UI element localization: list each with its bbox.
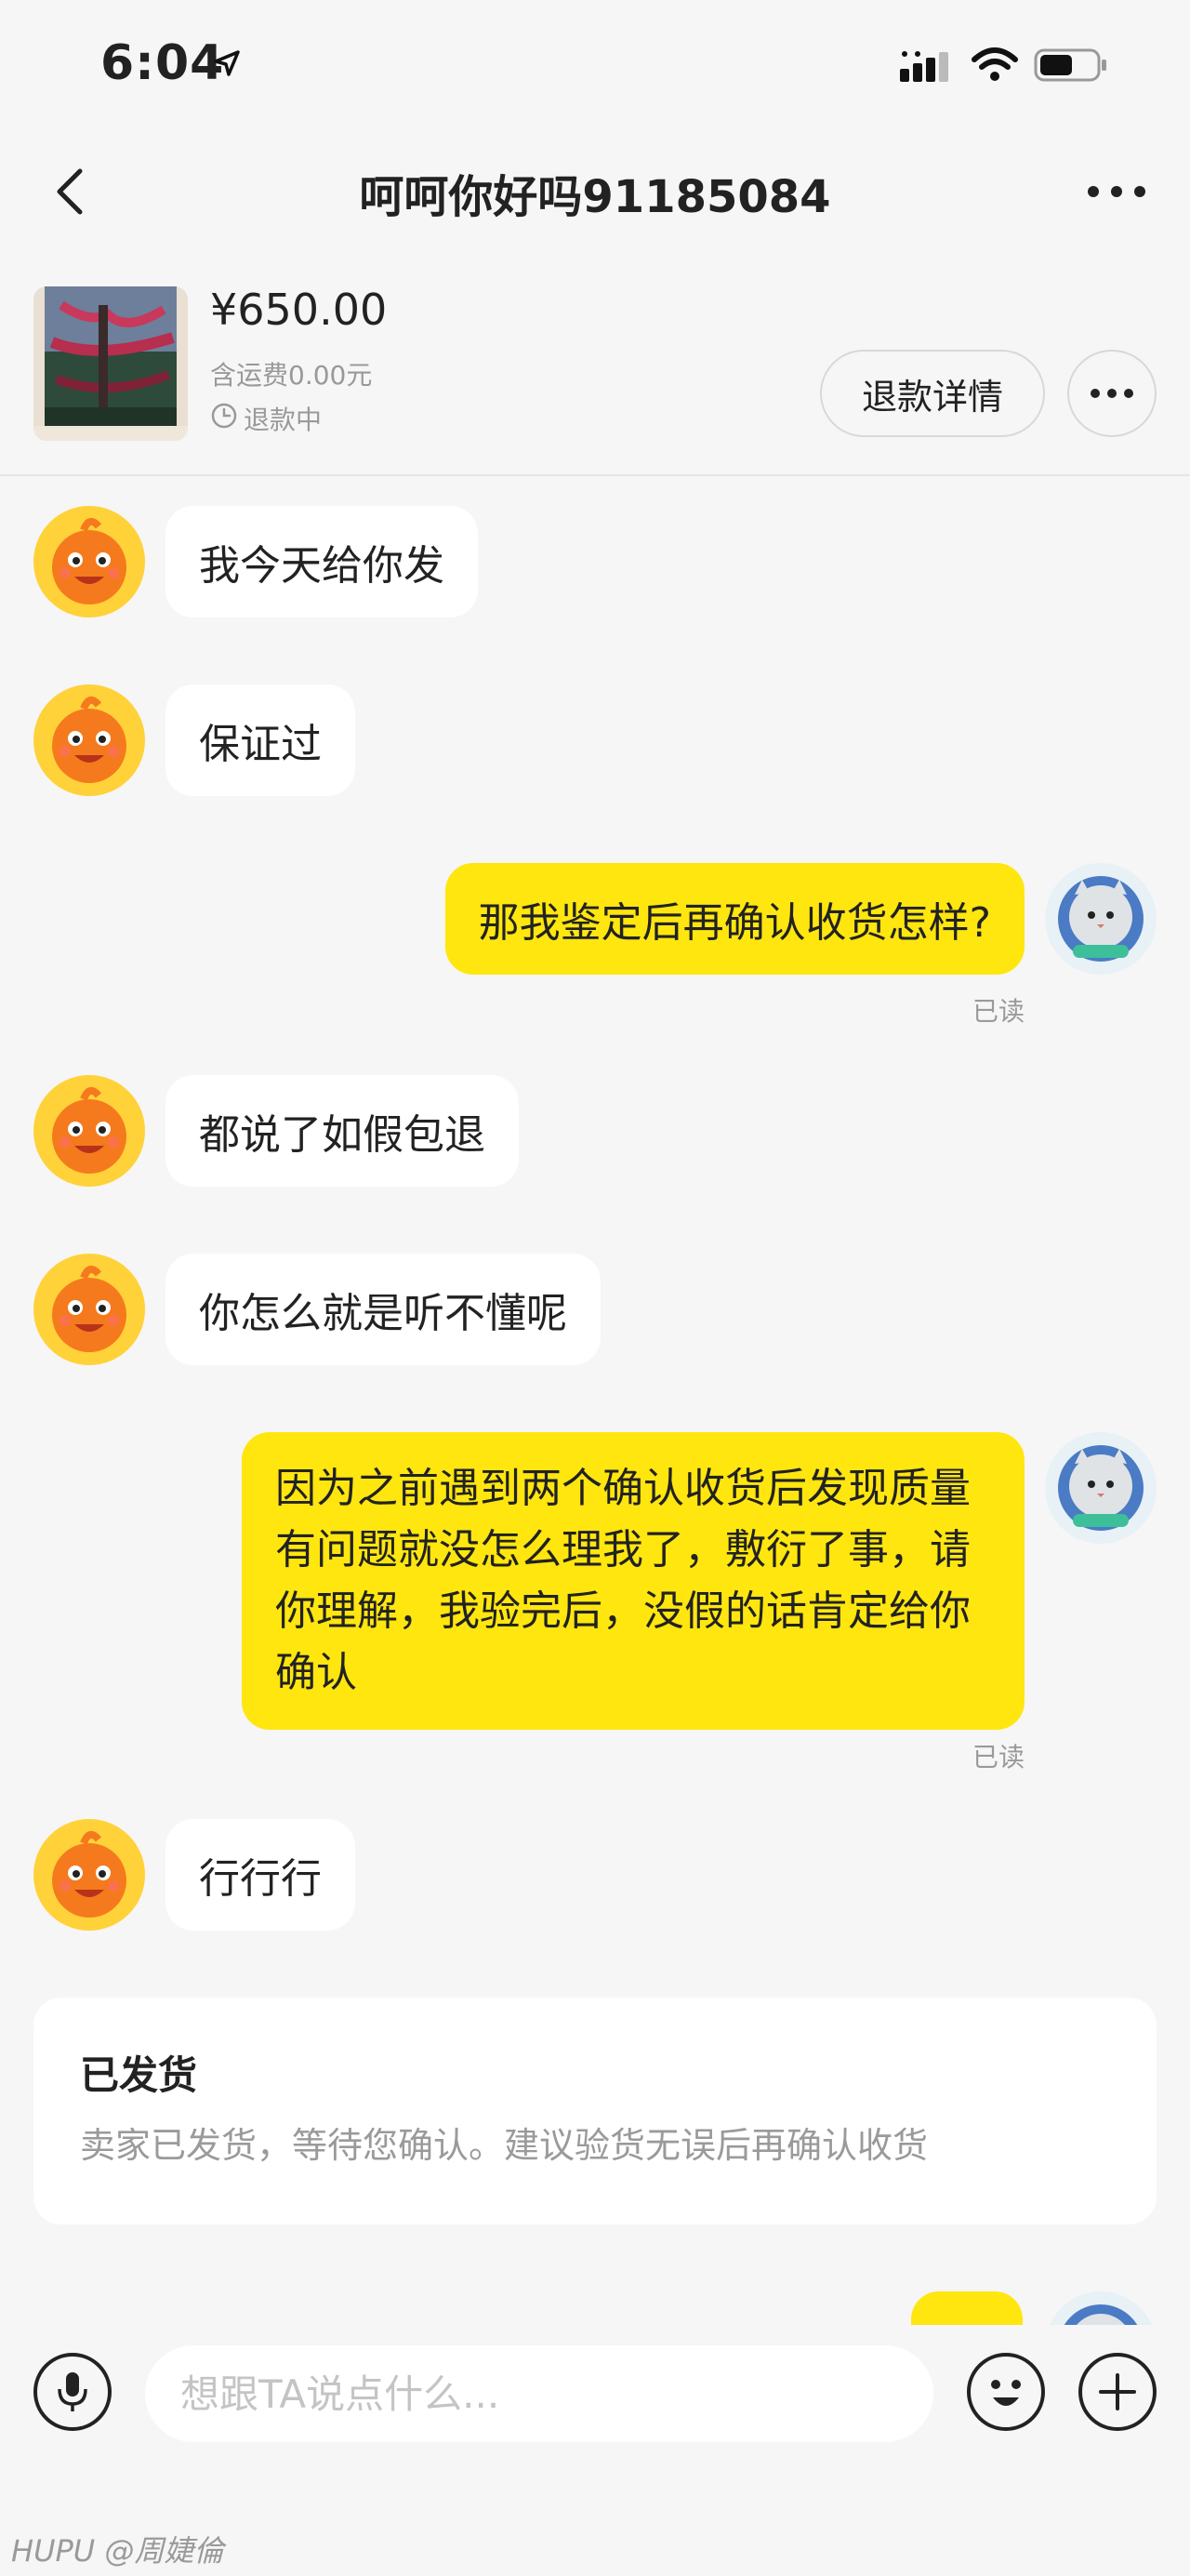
message-input-bar bbox=[0, 2325, 1190, 2474]
product-header: ¥650.00 含运费0.00元 退款中 退款详情 bbox=[0, 270, 1190, 476]
message-bubble-incoming[interactable]: 我今天给你发 bbox=[165, 506, 478, 617]
seller-avatar[interactable] bbox=[33, 684, 145, 796]
ellipsis-icon bbox=[1091, 389, 1133, 398]
user-avatar[interactable] bbox=[1045, 1432, 1157, 1544]
message-bubble-incoming[interactable]: 都说了如假包退 bbox=[165, 1075, 519, 1187]
message-line: 确认 bbox=[275, 1649, 357, 1696]
message-line: 你理解，我验完后，没假的话肯定给你 bbox=[275, 1587, 971, 1635]
read-receipt: 已读 bbox=[972, 996, 1025, 1027]
cellular-signal-icon bbox=[900, 50, 956, 87]
message-line: 因为之前遇到两个确认收货后发现质量 bbox=[275, 1465, 971, 1512]
shipping-notice-text: 卖家已发货，等待您确认。建议验货无误后再确认收货 bbox=[80, 2125, 929, 2166]
product-thumbnail[interactable] bbox=[33, 286, 188, 441]
partial-message-row bbox=[0, 2269, 1190, 2325]
shipping-notice-card: 已发货 卖家已发货，等待您确认。建议验货无误后再确认收货 bbox=[33, 1998, 1157, 2224]
clock-icon bbox=[210, 402, 238, 436]
seller-avatar[interactable] bbox=[33, 1075, 145, 1187]
message-bubble-incoming[interactable]: 行行行 bbox=[165, 1819, 355, 1931]
seller-avatar[interactable] bbox=[33, 506, 145, 617]
seller-avatar[interactable] bbox=[33, 1254, 145, 1365]
message-input[interactable] bbox=[145, 2345, 933, 2442]
wifi-icon bbox=[971, 46, 1019, 87]
microphone-icon[interactable] bbox=[33, 2353, 112, 2431]
status-time: 6:04 bbox=[100, 35, 225, 91]
order-status-label: 退款中 bbox=[244, 405, 323, 435]
message-bubble-incoming[interactable]: 保证过 bbox=[165, 684, 355, 796]
nav-bar: 呵呵你好吗91185084 bbox=[0, 139, 1190, 244]
battery-icon bbox=[1034, 48, 1108, 86]
status-bar: 6:04 bbox=[0, 0, 1190, 130]
seller-avatar[interactable] bbox=[33, 1819, 145, 1931]
message-line: 有问题就没怎么理我了，敷衍了事，请 bbox=[275, 1526, 971, 1573]
message-bubble-outgoing[interactable]: 那我鉴定后再确认收货怎样? bbox=[444, 863, 1025, 975]
watermark: HUPU @周婕倫 bbox=[11, 2533, 224, 2569]
product-more-button[interactable] bbox=[1067, 350, 1157, 437]
user-avatar[interactable] bbox=[1045, 863, 1157, 975]
shipping-info: 含运费0.00元 bbox=[210, 360, 373, 391]
more-options-icon[interactable] bbox=[1084, 173, 1149, 210]
message-bubble-outgoing[interactable]: 因为之前遇到两个确认收货后发现质量 有问题就没怎么理我了，敷衍了事，请 你理解，… bbox=[242, 1432, 1025, 1730]
message-bubble-outgoing-partial[interactable] bbox=[911, 2291, 1023, 2325]
emoji-icon[interactable] bbox=[967, 2353, 1045, 2431]
plus-icon[interactable] bbox=[1078, 2353, 1157, 2431]
refund-details-button[interactable]: 退款详情 bbox=[820, 350, 1045, 437]
user-avatar-partial[interactable] bbox=[1045, 2291, 1157, 2325]
shipping-notice-title: 已发货 bbox=[80, 2052, 198, 2098]
read-receipt: 已读 bbox=[972, 1742, 1025, 1773]
chat-title: 呵呵你好吗91185084 bbox=[359, 171, 831, 223]
product-price: ¥650.00 bbox=[210, 285, 388, 335]
location-arrow-icon bbox=[212, 48, 242, 82]
order-status: 退款中 bbox=[210, 400, 322, 437]
message-bubble-incoming[interactable]: 你怎么就是听不懂呢 bbox=[165, 1254, 601, 1365]
